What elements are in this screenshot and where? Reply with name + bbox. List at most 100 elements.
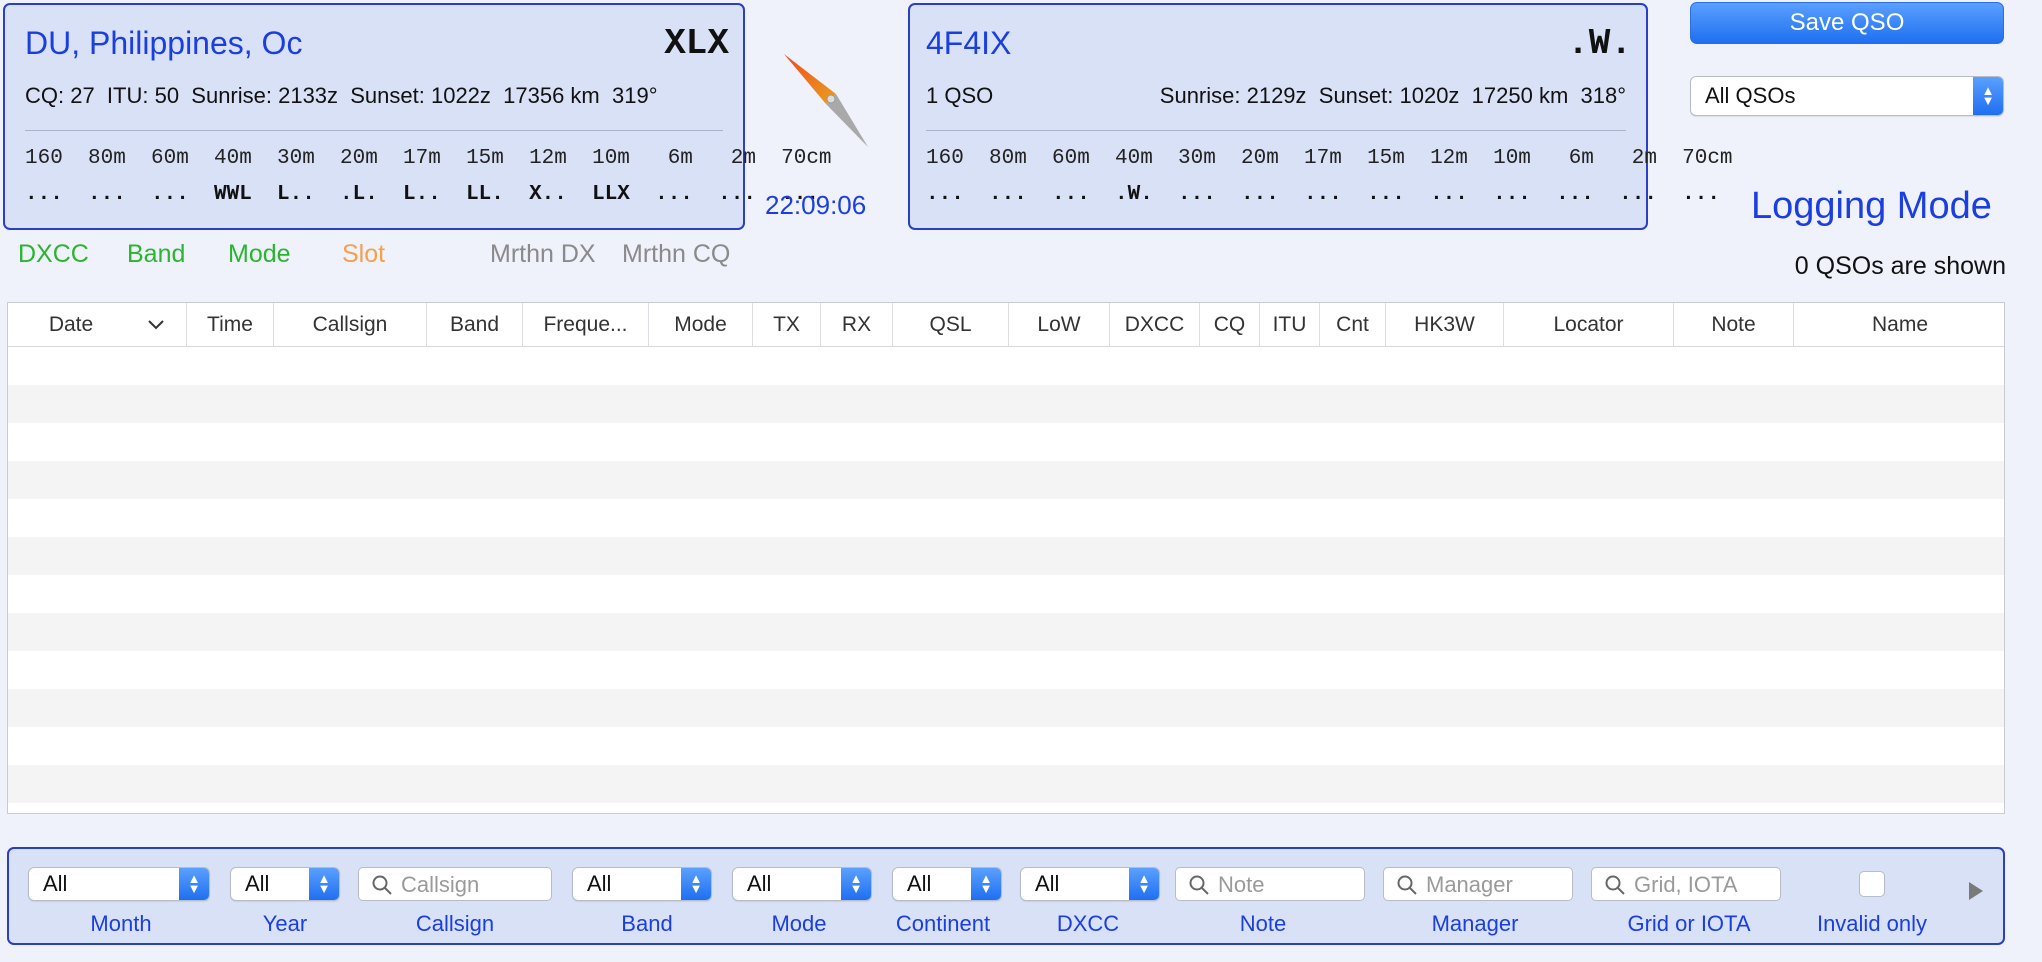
- invalid-only-checkbox[interactable]: [1859, 871, 1885, 897]
- dx-info-panel: DU, Philippines, Oc XLX CQ: 27 ITU: 50 S…: [3, 3, 832, 230]
- dxcc-label: DXCC: [1056, 911, 1120, 936]
- column-frequency[interactable]: Freque...: [523, 303, 649, 346]
- column-cnt[interactable]: Cnt: [1320, 303, 1386, 346]
- mode-label: Mode: [771, 911, 827, 936]
- table-row: [8, 765, 2004, 803]
- save-qso-button[interactable]: Save QSO: [1690, 2, 2004, 44]
- dx-status: XLX: [664, 23, 729, 64]
- table-row: [8, 537, 2004, 575]
- mode-select[interactable]: All ▲ ▼: [732, 867, 872, 901]
- chevron-down-icon: [148, 319, 164, 329]
- table-row: [8, 499, 2004, 537]
- band-select[interactable]: All ▲ ▼: [572, 867, 712, 901]
- month-label: Month: [90, 911, 152, 936]
- callsign-info-panel: 4F4IX .W. 1 QSO Sunrise: 2129z Sunset: 1…: [908, 3, 1733, 230]
- chevron-updown-icon: ▲ ▼: [179, 868, 209, 900]
- table-row: [8, 727, 2004, 765]
- play-icon[interactable]: [1969, 882, 1983, 900]
- table-header: Date Time Callsign Band Freque... Mode T…: [8, 303, 2004, 347]
- column-locator[interactable]: Locator: [1504, 303, 1674, 346]
- invalid-only-label: Invalid only: [1816, 911, 1928, 936]
- chevron-updown-icon: ▲ ▼: [309, 868, 339, 900]
- note-input[interactable]: [1216, 871, 1360, 899]
- manager-input[interactable]: [1424, 871, 1568, 899]
- callsign-title: 4F4IX: [926, 25, 1012, 61]
- chevron-updown-icon: ▲ ▼: [681, 868, 711, 900]
- column-note[interactable]: Note: [1674, 303, 1794, 346]
- note-label: Note: [1239, 911, 1287, 936]
- column-low[interactable]: LoW: [1009, 303, 1110, 346]
- tab-marathon-dx[interactable]: Mrthn DX: [490, 240, 596, 269]
- table-row: [8, 651, 2004, 689]
- chevron-updown-icon: ▲ ▼: [971, 868, 1001, 900]
- callsign-status: .W.: [1567, 23, 1632, 64]
- continent-label: Continent: [895, 911, 991, 936]
- dx-band-header: 160 80m 60m 40m 30m 20m 17m 15m 12m 10m …: [25, 147, 832, 170]
- callsign-band-status: ... ... ... .W. ... ... ... ... ... ... …: [926, 183, 1720, 206]
- search-icon: [1397, 875, 1417, 895]
- qso-shown-count: 0 QSOs are shown: [1794, 252, 2006, 280]
- logging-mode-title: Logging Mode: [1751, 185, 1992, 227]
- table-row: [8, 575, 2004, 613]
- manager-label: Manager: [1431, 911, 1519, 936]
- qso-filter-select[interactable]: All QSOs ▲ ▼: [1690, 76, 2004, 116]
- table-row: [8, 613, 2004, 651]
- dx-entity-title: DU, Philippines, Oc: [25, 25, 303, 61]
- column-band[interactable]: Band: [427, 303, 523, 346]
- column-hk3w[interactable]: HK3W: [1386, 303, 1504, 346]
- grid-iota-search[interactable]: [1591, 867, 1781, 901]
- tab-band[interactable]: Band: [127, 240, 185, 269]
- column-mode[interactable]: Mode: [649, 303, 753, 346]
- search-icon: [1189, 875, 1209, 895]
- continent-select[interactable]: All ▲ ▼: [892, 867, 1002, 901]
- year-select[interactable]: All ▲ ▼: [230, 867, 340, 901]
- divider: [25, 130, 723, 131]
- column-name[interactable]: Name: [1794, 303, 2004, 346]
- divider: [926, 130, 1626, 131]
- qso-table[interactable]: Date Time Callsign Band Freque... Mode T…: [7, 302, 2005, 814]
- manager-search[interactable]: [1383, 867, 1573, 901]
- column-date[interactable]: Date: [8, 303, 187, 346]
- column-tx[interactable]: TX: [753, 303, 821, 346]
- callsign-input[interactable]: [399, 871, 547, 899]
- tab-slot[interactable]: Slot: [342, 240, 385, 269]
- column-callsign[interactable]: Callsign: [274, 303, 427, 346]
- utc-clock: 22:09:06: [765, 190, 867, 220]
- column-qsl[interactable]: QSL: [893, 303, 1009, 346]
- callsign-label: Callsign: [415, 911, 495, 936]
- callsign-search[interactable]: [358, 867, 552, 901]
- grid-iota-input[interactable]: [1632, 871, 1776, 899]
- tab-marathon-cq[interactable]: Mrthn CQ: [622, 240, 730, 269]
- month-select[interactable]: All ▲ ▼: [28, 867, 210, 901]
- column-dxcc[interactable]: DXCC: [1110, 303, 1200, 346]
- column-cq[interactable]: CQ: [1200, 303, 1260, 346]
- callsign-band-header: 160 80m 60m 40m 30m 20m 17m 15m 12m 10m …: [926, 147, 1733, 170]
- chevron-updown-icon: ▲ ▼: [1973, 77, 2003, 115]
- table-row: [8, 689, 2004, 727]
- column-time[interactable]: Time: [187, 303, 274, 346]
- table-row: [8, 347, 2004, 385]
- callsign-info-line: Sunrise: 2129z Sunset: 1020z 17250 km 31…: [1159, 83, 1626, 108]
- table-row: [8, 461, 2004, 499]
- note-search[interactable]: [1175, 867, 1365, 901]
- chevron-updown-icon: ▲ ▼: [841, 868, 871, 900]
- dx-info-line: CQ: 27 ITU: 50 Sunrise: 2133z Sunset: 10…: [25, 83, 658, 108]
- column-rx[interactable]: RX: [821, 303, 893, 346]
- table-row: [8, 385, 2004, 423]
- filter-panel: All ▲▼ Month All ▲▼ Year Callsign All ▲▼…: [7, 847, 2005, 945]
- search-icon: [372, 875, 392, 895]
- tab-dxcc[interactable]: DXCC: [18, 240, 89, 269]
- chevron-updown-icon: ▲ ▼: [1129, 868, 1159, 900]
- year-label: Year: [262, 911, 308, 936]
- band-label: Band: [621, 911, 673, 936]
- table-row: [8, 423, 2004, 461]
- dxcc-select[interactable]: All ▲ ▼: [1020, 867, 1160, 901]
- callsign-qso-count: 1 QSO: [926, 83, 994, 108]
- grid-iota-label: Grid or IOTA: [1627, 911, 1751, 936]
- compass-icon: [784, 54, 868, 147]
- search-icon: [1605, 875, 1625, 895]
- column-itu[interactable]: ITU: [1260, 303, 1320, 346]
- dx-band-status: ... ... ... WWL L.. .L. L.. LL. X.. LLX …: [25, 183, 819, 206]
- tab-mode[interactable]: Mode: [228, 240, 291, 269]
- qso-filter-value: All QSOs: [1705, 83, 1796, 108]
